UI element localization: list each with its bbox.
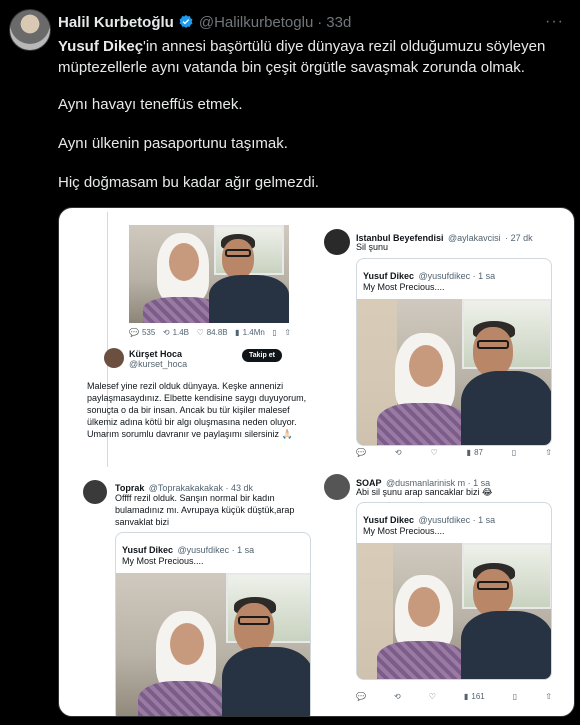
follow-button: Takip et [242,349,282,362]
panel-c-text: Offff rezil olduk. Sanşın normal bir kad… [115,493,295,527]
panel-d-text: Abi sil şunu arap sancaklar bizi 😂 [356,487,493,497]
tweet-paragraph-1: Yusuf Dikeç'in annesi başörtülü diye dün… [58,36,563,78]
panel-b-handle: @aylakavcisi [447,233,501,243]
tweet-header: Halil Kurbetoğlu @Halilkurbetoglu · 33d [58,12,351,32]
panel-b-actions: 💬 ⟲ ♡ ▮ 87 ▯ ⇧ [356,448,552,457]
panel-b-avatar [324,229,350,255]
tweet-paragraph-3: Aynı ülkenin pasaportunu taşımak. [58,135,288,152]
panel-a-name: Kürşet Hoca [129,349,183,359]
panel-b-quote-name: Yusuf Dikec [363,271,415,281]
panel-a-author: Kürşet Hoca @kurset_hoca [129,349,187,369]
timestamp[interactable]: 33d [326,14,351,31]
reply-icon: 💬 535 [129,328,156,337]
mention-link[interactable]: Yusuf Dikeç [58,38,143,55]
panel-b-time: · 27 dk [505,233,533,243]
panel-c-quote: Yusuf Dikec @yusufdikec · 1 sa My Most P… [115,532,311,716]
panel-d-actions: 💬 ⟲ ♡ ▮ 161 ▯ ⇧ [356,692,552,701]
author-avatar[interactable] [9,9,51,51]
panel-b-quote-handle: @yusufdikec · 1 sa [418,271,496,281]
panel-c-quote-name: Yusuf Dikec [122,545,174,555]
retweet-icon: ⟲ 1.4B [162,328,190,337]
tweet-paragraph-4: Hiç doğmasam bu kadar ağır gelmezdi. [58,174,319,191]
panel-b-quote-text: My Most Precious.... [363,282,445,292]
verified-badge-icon [179,15,193,28]
panel-d-photo [357,543,551,679]
more-options-icon[interactable]: ··· [545,13,564,31]
tweet-text: Yusuf Dikeç'in annesi başörtülü diye dün… [58,36,563,211]
like-icon: ♡ 84.8B [196,328,228,337]
panel-c-photo [116,573,310,716]
bookmark-icon: ▯ [272,328,277,337]
author-name[interactable]: Halil Kurbetoğlu [58,14,174,31]
panel-d-avatar [324,474,350,500]
author-handle[interactable]: @Halilkurbetoglu [199,14,313,31]
panel-a-text: Malesef yine rezil olduk dünyaya. Keşke … [87,381,307,439]
panel-d-quote-text: My Most Precious.... [363,526,445,536]
panel-d-quote-handle: @yusufdikec · 1 sa [418,515,496,525]
panel-a-actions: 💬 535 ⟲ 1.4B ♡ 84.8B ▮ 1.4Mn ▯ ⇧ [129,328,291,337]
panel-a-avatar [104,348,124,368]
panel-c-quote-handle: @yusufdikec · 1 sa [177,545,255,555]
views-icon: ▮ 1.4Mn [235,328,265,337]
tweet-media-image[interactable]: 💬 535 ⟲ 1.4B ♡ 84.8B ▮ 1.4Mn ▯ ⇧ Kürşet Hoca… [58,207,575,717]
panel-a-photo [129,225,289,323]
share-icon: ⇧ [284,328,291,337]
separator-dot: · [317,13,323,31]
panel-a-handle: @kurset_hoca [129,359,188,369]
panel-d-views: 161 [471,692,485,701]
panel-b-text: Sil şunu [356,242,389,252]
panel-b-views: 87 [474,448,483,457]
panel-b-photo [357,299,551,445]
panel-d-quote-name: Yusuf Dikec [363,515,415,525]
panel-b-quote: Yusuf Dikec @yusufdikec · 1 sa My Most P… [356,258,552,446]
panel-d-quote: Yusuf Dikec @yusufdikec · 1 sa My Most P… [356,502,552,680]
panel-c-avatar [83,480,107,504]
tweet-paragraph-2: Aynı havayı teneffüs etmek. [58,96,243,113]
panel-c-quote-text: My Most Precious.... [122,556,204,566]
